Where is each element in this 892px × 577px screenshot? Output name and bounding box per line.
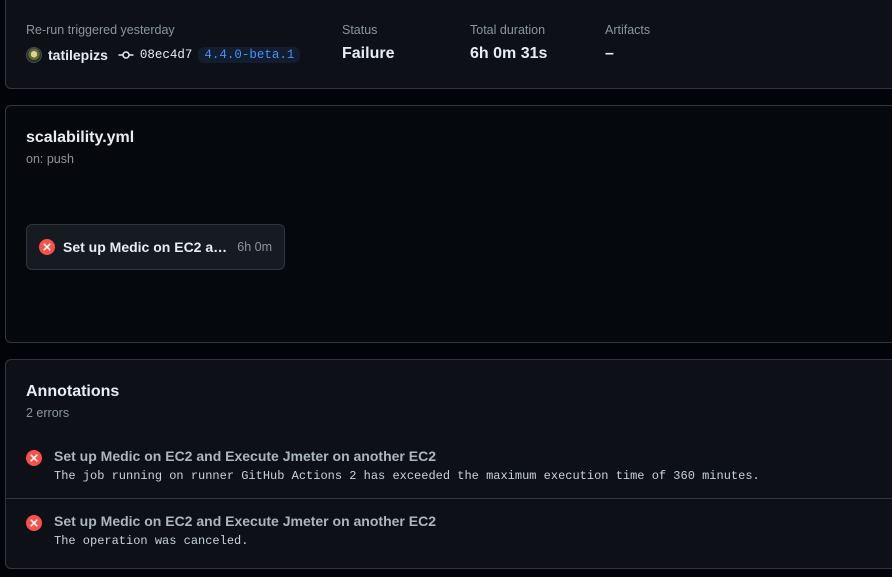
workflow-graph-card: scalability.yml on: push Set up Medic on… [5,105,892,343]
git-commit-icon [118,51,134,59]
user-avatar[interactable] [26,47,42,63]
status-label: Status [342,23,378,37]
username-link[interactable]: tatilepizs [48,47,108,63]
job-name: Set up Medic on EC2 and Execute Jmeter o… [63,239,227,255]
job-duration: 6h 0m [237,240,272,254]
annotation-job-link[interactable]: Set up Medic on EC2 and Execute Jmeter o… [54,448,436,464]
x-circle-fill-icon [26,450,42,466]
annotation-divider [6,498,892,499]
run-summary-card: Re-run triggered yesterday tatilepizs 08… [5,0,892,89]
status-section: Status Failure [342,23,394,63]
annotations-count: 2 errors [26,406,70,420]
annotations-title: Annotations [26,383,120,400]
trigger-section: Re-run triggered yesterday [26,23,175,37]
annotation-message: The operation was canceled. [54,534,249,548]
artifacts-section: Artifacts – [605,23,650,63]
workflow-file-name[interactable]: scalability.yml [26,129,134,147]
duration-section: Total duration 6h 0m 31s [470,23,547,63]
job-node[interactable]: Set up Medic on EC2 and Execute Jmeter o… [26,224,285,270]
workflow-trigger: on: push [26,152,74,166]
x-circle-fill-icon [39,239,55,255]
x-circle-fill-icon [26,515,42,531]
duration-label: Total duration [470,23,546,37]
status-value: Failure [342,45,395,62]
annotation-item: Set up Medic on EC2 and Execute Jmeter o… [6,448,892,512]
trigger-label: Re-run triggered yesterday [26,23,175,37]
artifacts-label: Artifacts [605,23,651,37]
annotation-message: The job running on runner GitHub Actions… [54,469,760,483]
trigger-details: tatilepizs 08ec4d7 4.4.0-beta.1 [26,47,301,63]
annotations-card: Annotations 2 errors Set up Medic on EC2… [5,359,892,569]
branch-badge[interactable]: 4.4.0-beta.1 [198,47,301,63]
commit-sha-link[interactable]: 08ec4d7 [140,48,193,62]
annotation-item: Set up Medic on EC2 and Execute Jmeter o… [6,513,892,577]
duration-value: 6h 0m 31s [470,45,548,62]
artifacts-value: – [605,45,614,62]
annotation-job-link[interactable]: Set up Medic on EC2 and Execute Jmeter o… [54,513,436,529]
